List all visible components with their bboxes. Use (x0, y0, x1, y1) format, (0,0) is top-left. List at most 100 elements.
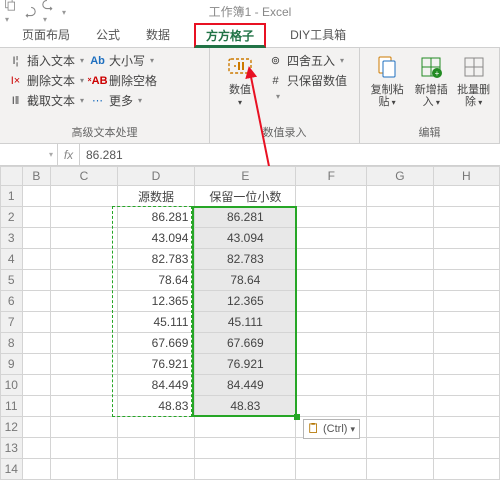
cell[interactable] (367, 438, 433, 459)
cell[interactable] (51, 375, 117, 396)
cell[interactable] (367, 396, 433, 417)
cell[interactable] (51, 186, 117, 207)
cell[interactable] (22, 207, 51, 228)
worksheet[interactable]: B C D E F G H 1源数据保留一位小数286.28186.281343… (0, 166, 500, 501)
tab-data[interactable]: 数据 (144, 22, 172, 47)
cell[interactable] (296, 396, 367, 417)
cell[interactable] (296, 333, 367, 354)
formula-input[interactable]: 86.281 (80, 144, 500, 165)
insert-rows-button[interactable]: + 新增插入 ▾ (412, 52, 450, 109)
cell[interactable] (367, 270, 433, 291)
cell[interactable]: 86.281 (117, 207, 195, 228)
cell[interactable] (433, 312, 499, 333)
row-header[interactable]: 10 (1, 375, 23, 396)
cell[interactable]: 48.83 (117, 396, 195, 417)
row-header[interactable]: 9 (1, 354, 23, 375)
cell[interactable]: 保留一位小数 (195, 186, 296, 207)
cell[interactable] (22, 438, 51, 459)
cell[interactable]: 76.921 (195, 354, 296, 375)
cell[interactable] (22, 354, 51, 375)
row-header[interactable]: 2 (1, 207, 23, 228)
cell[interactable]: 84.449 (117, 375, 195, 396)
cell[interactable] (367, 249, 433, 270)
cell[interactable] (51, 396, 117, 417)
cell[interactable] (296, 186, 367, 207)
cell[interactable] (51, 291, 117, 312)
number-caret[interactable]: ▾ (268, 92, 347, 101)
row-header[interactable]: 5 (1, 270, 23, 291)
row-header[interactable]: 3 (1, 228, 23, 249)
cell[interactable] (51, 249, 117, 270)
cell[interactable] (296, 459, 367, 480)
cell[interactable]: 84.449 (195, 375, 296, 396)
cell[interactable] (22, 291, 51, 312)
batch-delete-button[interactable]: 批量删除 ▾ (456, 52, 491, 109)
fx-icon[interactable]: fx (58, 144, 80, 165)
cell[interactable] (433, 417, 499, 438)
cell[interactable] (433, 186, 499, 207)
row-header[interactable]: 14 (1, 459, 23, 480)
cell[interactable] (433, 354, 499, 375)
cell[interactable] (367, 291, 433, 312)
cell[interactable] (51, 459, 117, 480)
cell[interactable]: 48.83 (195, 396, 296, 417)
tab-formulas[interactable]: 公式 (94, 22, 122, 47)
col-header[interactable]: G (367, 167, 433, 186)
case-button[interactable]: Ab大小写▾ (90, 52, 157, 69)
row-header[interactable]: 11 (1, 396, 23, 417)
cell[interactable] (51, 228, 117, 249)
cell[interactable]: 12.365 (195, 291, 296, 312)
cell[interactable] (195, 438, 296, 459)
cell[interactable]: 78.64 (195, 270, 296, 291)
row-header[interactable]: 6 (1, 291, 23, 312)
name-box[interactable] (0, 144, 58, 165)
cell[interactable] (22, 375, 51, 396)
cell[interactable] (22, 396, 51, 417)
qat-customize[interactable] (61, 4, 66, 18)
cell[interactable] (367, 417, 433, 438)
cell[interactable] (51, 354, 117, 375)
cell[interactable] (433, 396, 499, 417)
round-button[interactable]: ⊚四舍五入▾ (268, 52, 347, 69)
cell[interactable] (367, 228, 433, 249)
cell[interactable] (433, 459, 499, 480)
cell[interactable] (51, 417, 117, 438)
cell[interactable] (296, 375, 367, 396)
cell[interactable]: 86.281 (195, 207, 296, 228)
row-header[interactable]: 8 (1, 333, 23, 354)
cell[interactable] (22, 228, 51, 249)
delete-text-button[interactable]: I×删除文本▾ (8, 72, 84, 89)
row-header[interactable]: 7 (1, 312, 23, 333)
cell[interactable] (367, 312, 433, 333)
col-header[interactable]: C (51, 167, 117, 186)
cell[interactable] (22, 312, 51, 333)
cell[interactable]: 45.111 (195, 312, 296, 333)
redo-icon[interactable] (42, 0, 55, 25)
cell[interactable] (296, 207, 367, 228)
cell[interactable] (367, 459, 433, 480)
cell[interactable]: 12.365 (117, 291, 195, 312)
cell[interactable]: 76.921 (117, 354, 195, 375)
cell[interactable] (433, 207, 499, 228)
cell[interactable]: 82.783 (117, 249, 195, 270)
cell[interactable] (367, 207, 433, 228)
cell[interactable] (22, 459, 51, 480)
cell[interactable] (117, 459, 195, 480)
extract-text-button[interactable]: I‖截取文本▾ (8, 92, 84, 109)
cell[interactable] (296, 249, 367, 270)
cell[interactable] (433, 228, 499, 249)
cell[interactable]: 67.669 (117, 333, 195, 354)
tab-page-layout[interactable]: 页面布局 (20, 22, 72, 47)
paste-options-button[interactable]: (Ctrl) ▾ (303, 419, 360, 439)
more-text-button[interactable]: ⋯更多▾ (90, 92, 157, 109)
cell[interactable] (296, 228, 367, 249)
cell[interactable] (367, 375, 433, 396)
cell[interactable]: 78.64 (117, 270, 195, 291)
row-header[interactable]: 4 (1, 249, 23, 270)
cell[interactable] (296, 312, 367, 333)
cell[interactable] (433, 333, 499, 354)
keep-number-button[interactable]: #只保留数值 (268, 72, 347, 89)
cell[interactable]: 82.783 (195, 249, 296, 270)
cell[interactable]: 43.094 (195, 228, 296, 249)
undo-icon[interactable] (23, 5, 36, 18)
